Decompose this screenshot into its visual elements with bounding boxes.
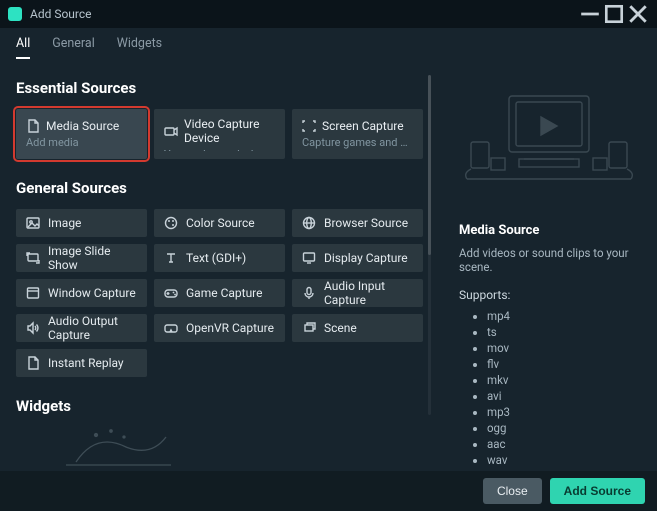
camera-icon	[164, 124, 178, 138]
essential-sources-heading: Essential Sources	[16, 79, 435, 97]
detail-title: Media Source	[459, 223, 639, 238]
general-source-tile[interactable]: Audio Input Capture	[292, 279, 423, 307]
source-name: Window Capture	[48, 286, 136, 300]
speaker-icon	[26, 321, 40, 335]
window-title: Add Source	[30, 7, 92, 21]
supports-label: Supports:	[459, 288, 639, 302]
scrollbar[interactable]	[428, 75, 431, 415]
tabs: All General Widgets	[0, 28, 657, 59]
file-icon	[26, 356, 40, 370]
source-subtitle: Capture games and apps	[302, 136, 413, 149]
support-format: mp4	[487, 308, 639, 324]
maximize-button[interactable]	[603, 4, 625, 24]
support-format: avi	[487, 388, 639, 404]
support-format: mp3	[487, 404, 639, 420]
detail-illustration	[459, 69, 639, 209]
image-icon	[26, 216, 40, 230]
file-icon	[26, 119, 40, 133]
essential-source-card[interactable]: Video Capture Device Your webcam device	[154, 109, 285, 159]
source-name: Game Capture	[186, 286, 263, 300]
general-source-tile[interactable]: Text (GDI+)	[154, 244, 285, 272]
general-source-tile[interactable]: Audio Output Capture	[16, 314, 147, 342]
close-button[interactable]: Close	[483, 478, 542, 504]
source-name: Browser Source	[324, 216, 408, 230]
essential-source-card[interactable]: Media Source Add media	[16, 109, 147, 159]
tab-general[interactable]: General	[52, 36, 95, 59]
source-name: Screen Capture	[322, 119, 404, 133]
support-format: ts	[487, 324, 639, 340]
layers-icon	[302, 321, 316, 335]
general-source-tile[interactable]: Window Capture	[16, 279, 147, 307]
general-source-tile[interactable]: Image Slide Show	[16, 244, 147, 272]
source-name: Display Capture	[324, 251, 408, 265]
general-sources-heading: General Sources	[16, 179, 435, 197]
general-source-tile[interactable]: OpenVR Capture	[154, 314, 285, 342]
add-source-button[interactable]: Add Source	[550, 478, 645, 504]
source-name: Image Slide Show	[48, 244, 137, 272]
slideshow-icon	[26, 251, 40, 265]
general-source-tile[interactable]: Browser Source	[292, 209, 423, 237]
gamepad-icon	[164, 286, 178, 300]
general-source-tile[interactable]: Display Capture	[292, 244, 423, 272]
source-name: Scene	[324, 321, 357, 335]
tab-all[interactable]: All	[16, 36, 30, 59]
essential-source-card[interactable]: Screen Capture Capture games and apps	[292, 109, 423, 159]
source-name: Color Source	[186, 216, 255, 230]
window-icon	[26, 286, 40, 300]
detail-description: Add videos or sound clips to your scene.	[459, 246, 639, 274]
source-subtitle: Your webcam device	[164, 148, 275, 151]
widgets-decoration	[16, 427, 435, 467]
general-source-tile[interactable]: Game Capture	[154, 279, 285, 307]
screen-bracket-icon	[302, 119, 316, 133]
support-format: aac	[487, 436, 639, 452]
general-source-tile[interactable]: Image	[16, 209, 147, 237]
palette-icon	[164, 216, 178, 230]
support-format: ogg	[487, 420, 639, 436]
source-subtitle: Add media	[26, 136, 137, 149]
close-window-button[interactable]	[627, 4, 649, 24]
source-name: Media Source	[46, 119, 119, 133]
source-name: Audio Output Capture	[48, 314, 137, 342]
source-name: Instant Replay	[48, 356, 124, 370]
text-icon	[164, 251, 178, 265]
support-format: mkv	[487, 372, 639, 388]
globe-icon	[302, 216, 316, 230]
general-source-tile[interactable]: Instant Replay	[16, 349, 147, 377]
dialog-footer: Close Add Source	[0, 471, 657, 511]
source-name: Text (GDI+)	[186, 251, 246, 265]
source-name: OpenVR Capture	[186, 321, 274, 335]
app-icon	[8, 7, 22, 21]
detail-panel: Media Source Add videos or sound clips t…	[435, 59, 657, 472]
source-name: Image	[48, 216, 81, 230]
monitor-icon	[302, 251, 316, 265]
source-list-panel: Essential Sources Media Source Add media V…	[0, 59, 435, 472]
source-name: Video Capture Device	[184, 117, 275, 145]
support-format: mov	[487, 340, 639, 356]
mic-icon	[302, 286, 316, 300]
general-source-tile[interactable]: Scene	[292, 314, 423, 342]
tab-widgets[interactable]: Widgets	[117, 36, 162, 59]
support-format: flv	[487, 356, 639, 372]
widgets-heading: Widgets	[16, 397, 435, 415]
general-source-tile[interactable]: Color Source	[154, 209, 285, 237]
minimize-button[interactable]	[579, 4, 601, 24]
support-format: wav	[487, 452, 639, 468]
titlebar: Add Source	[0, 0, 657, 28]
vr-icon	[164, 321, 178, 335]
source-name: Audio Input Capture	[324, 279, 413, 307]
